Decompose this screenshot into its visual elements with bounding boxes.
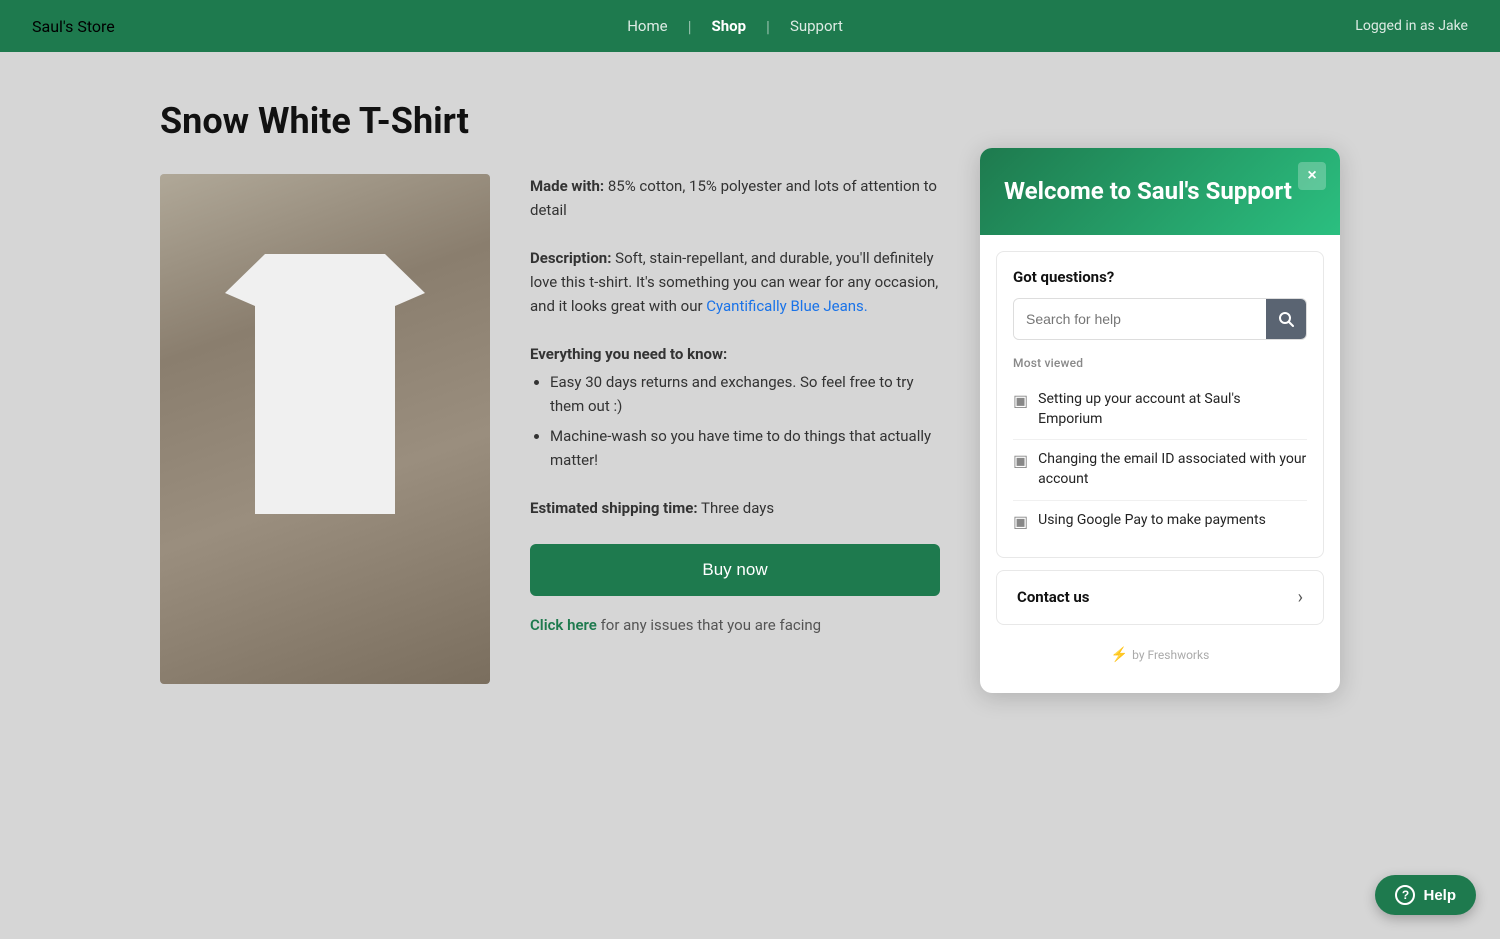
search-bar bbox=[1013, 298, 1307, 340]
widget-header: Welcome to Saul's Support × bbox=[980, 148, 1340, 235]
support-widget: Welcome to Saul's Support × Got question… bbox=[980, 148, 1340, 693]
footer-powered: by Freshworks bbox=[1132, 648, 1209, 662]
click-here-link[interactable]: Click here bbox=[530, 616, 597, 634]
contact-label: Contact us bbox=[1017, 588, 1090, 606]
help-item-icon-1: ▣ bbox=[1013, 451, 1028, 470]
bullets-list: Easy 30 days returns and exchanges. So f… bbox=[550, 370, 940, 472]
nav-shop[interactable]: Shop bbox=[699, 17, 758, 35]
help-float-button[interactable]: ? Help bbox=[1375, 875, 1476, 915]
everything-block: Everything you need to know: Easy 30 day… bbox=[530, 342, 940, 472]
got-questions-label: Got questions? bbox=[1013, 268, 1307, 286]
product-layout: Made with: 85% cotton, 15% polyester and… bbox=[160, 174, 940, 684]
nav-brand[interactable]: Saul's Store bbox=[32, 17, 115, 36]
help-item-text-2: Using Google Pay to make payments bbox=[1038, 511, 1266, 531]
description-block: Description: Soft, stain-repellant, and … bbox=[530, 246, 940, 318]
buy-now-button[interactable]: Buy now bbox=[530, 544, 940, 596]
nav-sep-1: | bbox=[688, 17, 692, 36]
help-item-text-0: Setting up your account at Saul's Empori… bbox=[1038, 390, 1307, 429]
contact-panel[interactable]: Contact us › bbox=[996, 570, 1324, 625]
widget-title: Welcome to Saul's Support bbox=[1004, 176, 1316, 207]
help-item-icon-0: ▣ bbox=[1013, 391, 1028, 410]
main-content: Snow White T-Shirt Made with: 85% cotton… bbox=[0, 52, 1500, 741]
nav-user-status: Logged in as Jake bbox=[1355, 18, 1468, 34]
search-button[interactable] bbox=[1266, 299, 1306, 339]
everything-label: Everything you need to know: bbox=[530, 345, 727, 363]
most-viewed-label: Most viewed bbox=[1013, 356, 1307, 370]
nav-home[interactable]: Home bbox=[615, 17, 679, 35]
questions-panel: Got questions? Most viewed ▣ Setting up … bbox=[996, 251, 1324, 557]
help-item-0[interactable]: ▣ Setting up your account at Saul's Empo… bbox=[1013, 380, 1307, 440]
help-item-2[interactable]: ▣ Using Google Pay to make payments bbox=[1013, 501, 1307, 541]
nav-sep-2: | bbox=[766, 17, 770, 36]
description-link[interactable]: Cyantifically Blue Jeans. bbox=[706, 297, 868, 315]
navbar: Saul's Store Home | Shop | Support Logge… bbox=[0, 0, 1500, 52]
click-here-text: Click here for any issues that you are f… bbox=[530, 616, 940, 634]
widget-body: Got questions? Most viewed ▣ Setting up … bbox=[980, 235, 1340, 692]
product-title: Snow White T-Shirt bbox=[160, 100, 940, 142]
shipping-block: Estimated shipping time: Three days bbox=[530, 496, 940, 520]
description-label: Description: bbox=[530, 249, 611, 267]
made-with-label: Made with: bbox=[530, 177, 604, 195]
product-image-inner bbox=[160, 174, 490, 684]
widget-footer: ⚡ by Freshworks bbox=[996, 637, 1324, 677]
product-image bbox=[160, 174, 490, 684]
help-item-icon-2: ▣ bbox=[1013, 512, 1028, 531]
shipping-value: Three days bbox=[701, 499, 774, 517]
shipping-label: Estimated shipping time: bbox=[530, 499, 698, 517]
bullet-1: Machine-wash so you have time to do thin… bbox=[550, 424, 940, 472]
help-item-text-1: Changing the email ID associated with yo… bbox=[1038, 450, 1307, 489]
click-here-suffix: for any issues that you are facing bbox=[597, 616, 821, 634]
product-section: Snow White T-Shirt Made with: 85% cotton… bbox=[160, 100, 940, 693]
widget-close-button[interactable]: × bbox=[1298, 162, 1326, 190]
product-details: Made with: 85% cotton, 15% polyester and… bbox=[530, 174, 940, 684]
contact-chevron-icon: › bbox=[1298, 587, 1303, 608]
search-input[interactable] bbox=[1014, 301, 1266, 337]
nav-links: Home | Shop | Support bbox=[615, 17, 855, 36]
help-item-1[interactable]: ▣ Changing the email ID associated with … bbox=[1013, 440, 1307, 500]
help-button-label: Help bbox=[1423, 887, 1456, 904]
freshworks-logo-icon: ⚡ bbox=[1111, 647, 1128, 663]
tshirt-shape bbox=[225, 254, 425, 514]
nav-support[interactable]: Support bbox=[778, 17, 855, 35]
bullet-0: Easy 30 days returns and exchanges. So f… bbox=[550, 370, 940, 418]
made-with-block: Made with: 85% cotton, 15% polyester and… bbox=[530, 174, 940, 222]
search-icon bbox=[1278, 311, 1294, 327]
help-circle-icon: ? bbox=[1395, 885, 1415, 905]
